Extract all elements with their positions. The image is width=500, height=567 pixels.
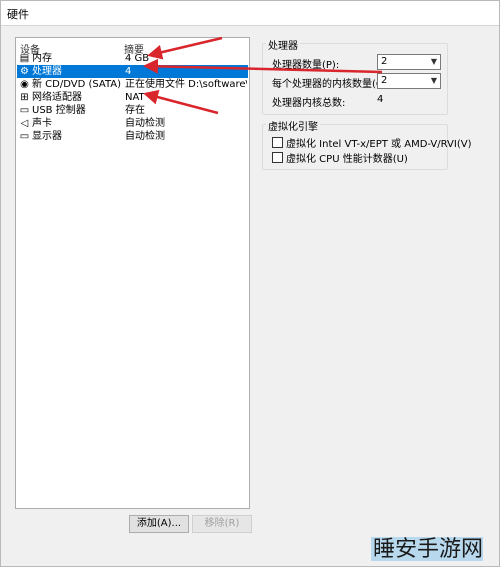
window-title: 硬件 [7, 8, 29, 21]
device-name: 网络适配器 [32, 92, 82, 103]
processors-group-title: 处理器 [266, 37, 300, 52]
device-name: USB 控制器 [32, 105, 86, 116]
cd-dvd-icon: ◉ [20, 79, 29, 90]
device-name: 新 CD/DVD (SATA) [32, 79, 122, 90]
memory-icon: ▤ [19, 53, 30, 64]
device-summary: 正在使用文件 D:\software\VM... [125, 79, 247, 90]
device-row-processor[interactable]: ⚙ 处理器 4 [17, 65, 248, 78]
device-summary: 4 [125, 66, 132, 77]
device-name: 处理器 [32, 66, 62, 77]
device-summary: NAT [125, 92, 145, 103]
total-cores-value: 4 [377, 94, 384, 105]
processor-count-label: 处理器数量(P): [272, 60, 340, 71]
processor-count-value: 2 [381, 56, 388, 67]
title-bar: 硬件 [1, 1, 499, 26]
network-adapter-icon: ⊞ [20, 92, 29, 103]
device-row-display[interactable]: ▭ 显示器 自动检测 [17, 130, 248, 143]
chevron-down-icon: ▼ [430, 76, 437, 85]
device-row-network-adapter[interactable]: ⊞ 网络适配器 NAT [17, 91, 248, 104]
processor-icon: ⚙ [20, 66, 29, 77]
device-list[interactable]: 设备 摘要 ▤ 内存 4 GB ⚙ 处理器 4 ◉ 新 CD/DVD (SATA… [15, 37, 250, 509]
device-summary: 自动检测 [125, 118, 165, 129]
device-name: 声卡 [32, 118, 52, 129]
usb-controller-icon: ▭ [19, 105, 30, 116]
cpu-counters-label[interactable]: 虚拟化 CPU 性能计数器(U) [286, 150, 408, 165]
watermark: 睡安手游网 [373, 537, 484, 562]
device-name: 内存 [32, 53, 52, 64]
device-row-usb-controller[interactable]: ▭ USB 控制器 存在 [17, 104, 248, 117]
display-icon: ▭ [19, 131, 30, 142]
vtx-ept-checkbox[interactable] [272, 137, 283, 148]
sound-card-icon: ◁ [20, 118, 29, 129]
device-row-memory[interactable]: ▤ 内存 4 GB [17, 52, 248, 65]
device-summary: 存在 [125, 105, 145, 116]
cores-per-processor-select[interactable]: 2 ▼ [377, 73, 441, 89]
device-summary: 自动检测 [125, 131, 165, 142]
cores-per-processor-value: 2 [381, 75, 388, 86]
hardware-dialog: 硬件 设备 摘要 ▤ 内存 4 GB ⚙ 处理器 4 ◉ 新 CD/DVD (S… [0, 0, 500, 567]
cpu-counters-checkbox[interactable] [272, 152, 283, 163]
processors-group: 处理器 处理器数量(P): 2 ▼ 每个处理器的内核数量(C): 2 ▼ 处理器… [262, 37, 448, 115]
virtualization-group-title: 虚拟化引擎 [266, 118, 320, 133]
total-cores-label: 处理器内核总数: [272, 98, 346, 109]
add-device-button[interactable]: 添加(A)... [129, 515, 189, 533]
remove-device-button[interactable]: 移除(R) [192, 515, 252, 533]
cores-per-processor-label: 每个处理器的内核数量(C): [272, 79, 391, 90]
device-summary: 4 GB [125, 53, 150, 64]
chevron-down-icon: ▼ [430, 57, 437, 66]
device-row-sound-card[interactable]: ◁ 声卡 自动检测 [17, 117, 248, 130]
device-name: 显示器 [32, 131, 62, 142]
processor-count-select[interactable]: 2 ▼ [377, 54, 441, 70]
device-row-cd-dvd[interactable]: ◉ 新 CD/DVD (SATA) 正在使用文件 D:\software\VM.… [17, 78, 248, 91]
virtualization-engine-group: 虚拟化引擎 虚拟化 Intel VT-x/EPT 或 AMD-V/RVI(V) … [262, 118, 471, 170]
vtx-ept-label[interactable]: 虚拟化 Intel VT-x/EPT 或 AMD-V/RVI(V) [286, 135, 471, 150]
